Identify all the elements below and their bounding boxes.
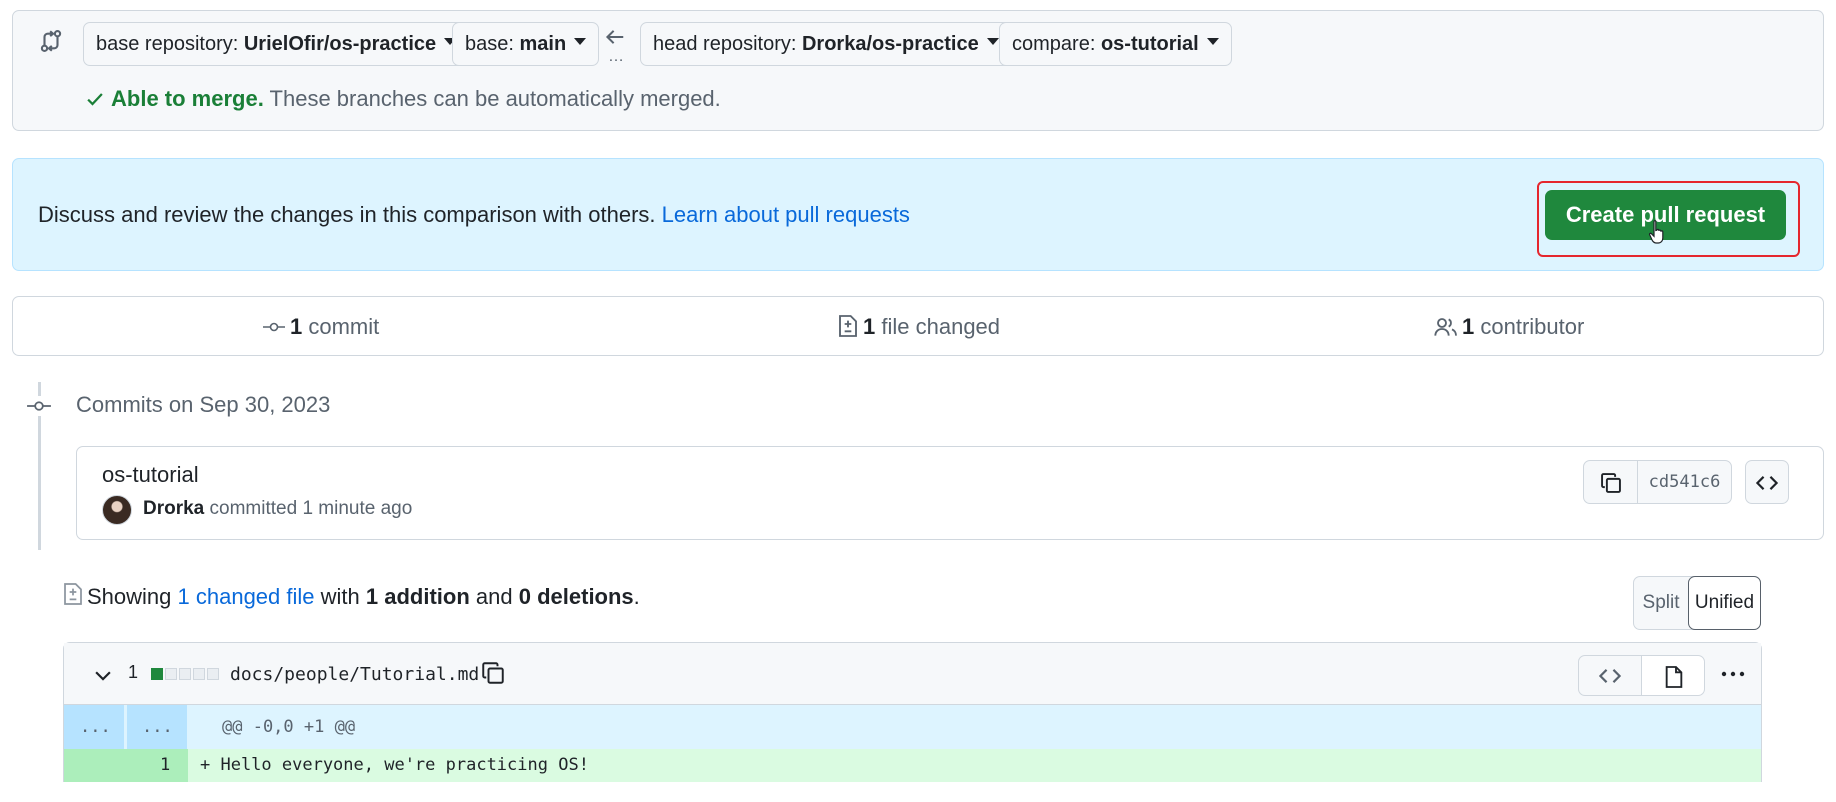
copy-sha-button[interactable] [1583, 460, 1638, 504]
file-icon [1663, 665, 1685, 689]
caret-down-icon [1206, 38, 1219, 46]
view-rich-diff-button[interactable] [1641, 655, 1705, 696]
caret-down-icon [574, 38, 587, 46]
learn-pull-requests-link[interactable]: Learn about pull requests [662, 202, 910, 227]
code-icon [1599, 665, 1621, 687]
files-changed-stat[interactable]: 1 file changed [837, 314, 1000, 340]
browse-code-button[interactable] [1745, 460, 1789, 504]
kebab-icon[interactable] [1719, 664, 1747, 684]
copy-path-icon[interactable] [481, 661, 505, 685]
base-branch-select[interactable]: base: main [452, 22, 600, 66]
hunk-header: @@ -0,0 +1 @@ [222, 717, 356, 737]
line-number[interactable]: 1 [160, 755, 170, 775]
caret-down-icon [986, 38, 999, 46]
people-icon [1434, 316, 1458, 338]
view-source-button[interactable] [1578, 655, 1642, 696]
file-diff-icon [837, 314, 859, 338]
ellipsis-icon: … [608, 48, 624, 65]
cursor-hand-icon [1648, 219, 1668, 247]
avatar[interactable] [102, 495, 132, 525]
commit-list-item [76, 446, 1824, 540]
diffstat-neutral [193, 668, 205, 680]
arrow-left-icon [604, 26, 626, 48]
base-repository-select[interactable]: base repository: UrielOfir/os-practice [83, 22, 470, 66]
diffstat-neutral [179, 668, 191, 680]
chevron-down-icon[interactable] [92, 664, 114, 686]
file-diff-icon [62, 582, 84, 606]
commit-sha-link[interactable]: cd541c6 [1637, 460, 1732, 504]
diff-change-count: 1 [128, 662, 139, 682]
compare-branch-select[interactable]: compare: os-tutorial [999, 22, 1232, 66]
copy-icon [1600, 472, 1622, 494]
commit-icon [262, 316, 286, 338]
commit-author-link[interactable]: Drorka [143, 498, 204, 519]
diff-summary: Showing 1 changed file with 1 addition a… [87, 584, 640, 609]
diffstat-neutral [165, 668, 177, 680]
check-icon [85, 89, 105, 109]
diffstat-bar [151, 667, 221, 680]
merge-status: Able to merge. These branches can be aut… [85, 86, 721, 112]
hunk-right-ellipsis: ... [142, 717, 173, 737]
split-view-button[interactable]: Split [1635, 578, 1687, 628]
diff-line-text: + Hello everyone, we're practicing OS! [200, 755, 589, 775]
diffstat-addition [151, 668, 163, 680]
commits-stat[interactable]: 1 commit [262, 314, 379, 340]
diffstat-neutral [207, 668, 219, 680]
file-path-link[interactable]: docs/people/Tutorial.md [230, 664, 479, 685]
head-repository-select[interactable]: head repository: Drorka/os-practice [640, 22, 1012, 66]
contributors-stat[interactable]: 1 contributor [1434, 314, 1584, 340]
code-icon [1756, 472, 1778, 494]
blankslate-text: Discuss and review the changes in this c… [38, 202, 910, 227]
commit-meta: Drorka committed 1 minute ago [143, 498, 413, 519]
commit-title-link[interactable]: os-tutorial [102, 462, 199, 488]
git-compare-icon [38, 28, 64, 54]
hunk-left-ellipsis: ... [80, 717, 111, 737]
changed-files-link[interactable]: 1 changed file [178, 584, 315, 609]
commit-icon [26, 396, 52, 416]
commits-date-heading: Commits on Sep 30, 2023 [76, 392, 331, 417]
unified-view-button[interactable]: Unified [1688, 576, 1761, 630]
